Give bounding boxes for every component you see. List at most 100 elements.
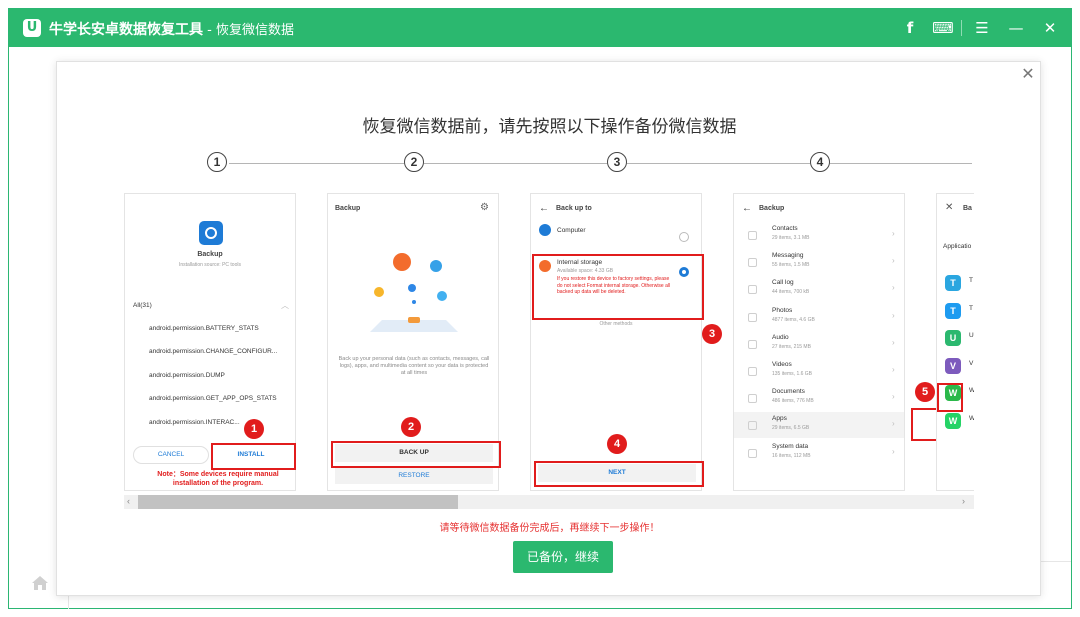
menu-icon[interactable]: ☰: [969, 16, 995, 40]
item-checkbox[interactable]: [748, 312, 757, 322]
backup-item-row[interactable]: Call log 44 items, 700 kB ›: [734, 276, 904, 302]
step-2-indicator: 2: [404, 152, 424, 172]
item-checkbox[interactable]: [748, 339, 757, 349]
computer-option: Computer: [557, 227, 586, 234]
item-checkbox[interactable]: [748, 367, 757, 376]
close-icon: ✕: [945, 202, 954, 213]
chevron-right-icon[interactable]: ›: [892, 311, 895, 320]
app-title: 牛学长安卓数据恢复工具 - 恢复微信数据: [49, 22, 294, 38]
backup-item-row[interactable]: Messaging 55 items, 1.5 MB ›: [734, 249, 904, 275]
chevron-right-icon[interactable]: ›: [892, 447, 895, 456]
app-icon: W: [945, 412, 961, 429]
facebook-icon[interactable]: f: [897, 16, 923, 40]
item-checkbox[interactable]: [748, 285, 757, 295]
restore-button[interactable]: RESTORE: [335, 468, 493, 484]
backup-item-row[interactable]: Apps 29 items, 6.5 GB ›: [734, 412, 904, 439]
backup-item-row[interactable]: Contacts 29 items, 3.1 MB ›: [734, 222, 904, 248]
item-checkbox[interactable]: [748, 231, 757, 240]
chevron-right-icon[interactable]: ›: [892, 256, 895, 265]
app-name-fragment: T: [969, 277, 973, 284]
item-checkbox[interactable]: [748, 394, 757, 404]
chevron-right-icon[interactable]: ›: [892, 365, 895, 374]
backup-app-icon: [199, 221, 223, 245]
item-name: System data: [772, 442, 809, 450]
next-highlight: [534, 461, 704, 487]
app-icon: V: [945, 357, 961, 374]
back-arrow-icon: ←: [539, 203, 549, 214]
backup-item-row[interactable]: System data 16 items, 112 MB ›: [734, 440, 904, 466]
item-checkbox[interactable]: [748, 258, 757, 268]
app-name-fragment: W: [969, 387, 974, 394]
item-detail: 16 items, 112 MB: [772, 452, 811, 459]
continue-button[interactable]: 已备份，继续: [513, 541, 613, 573]
cancel-button[interactable]: CANCEL: [133, 446, 209, 464]
computer-icon: [539, 224, 551, 236]
item-name: Contacts: [772, 225, 798, 232]
dialog-close-button[interactable]: ✕: [1019, 64, 1037, 84]
app-subtitle: - 恢复微信数据: [203, 23, 294, 38]
phone-header: Ba: [963, 205, 972, 212]
computer-radio[interactable]: [679, 232, 689, 242]
app-name-fragment: V: [969, 359, 974, 367]
step-connector: [627, 163, 810, 164]
step-4-indicator: 4: [810, 152, 830, 172]
horizontal-scrollbar[interactable]: ‹ ›: [124, 495, 974, 509]
item-name: Audio: [772, 333, 789, 341]
other-methods[interactable]: Other methods: [531, 321, 701, 327]
scrollbar-thumb[interactable]: [138, 495, 458, 509]
item-checkbox[interactable]: [748, 448, 757, 458]
scroll-left-icon[interactable]: ‹: [127, 496, 130, 506]
item-checkbox[interactable]: [748, 421, 757, 431]
install-highlight: [211, 443, 296, 470]
item-detail: 486 items, 776 MB: [772, 398, 814, 405]
close-button[interactable]: ✕: [1037, 16, 1063, 40]
backup-item-row[interactable]: Documents 486 items, 776 MB ›: [734, 385, 904, 411]
permission-item: android.permission.BATTERY_STATS: [149, 325, 259, 332]
scroll-right-icon[interactable]: ›: [962, 496, 965, 506]
app-name-fragment: U: [969, 332, 974, 339]
item-detail: 4877 items, 4.6 GB: [772, 316, 815, 323]
install-source: Installation source: PC tools: [179, 262, 241, 268]
permission-item: android.permission.CHANGE_CONFIGUR...: [149, 348, 278, 355]
app-logo-icon: U: [23, 19, 41, 37]
chevron-right-icon[interactable]: ›: [892, 338, 895, 347]
settings-icon: ⚙: [480, 202, 489, 213]
phone-header: Back up to: [556, 205, 592, 212]
applications-section: Applicatio: [943, 243, 972, 250]
step-badge-3: 3: [702, 324, 722, 344]
wechat-highlight: [937, 383, 963, 412]
item-name: Videos: [772, 361, 792, 368]
minimize-button[interactable]: —: [1003, 16, 1029, 40]
internal-storage-highlight: [532, 254, 704, 320]
step-1-indicator: 1: [207, 152, 227, 172]
home-icon[interactable]: [31, 575, 49, 591]
chevron-right-icon[interactable]: ›: [892, 419, 895, 428]
feedback-icon[interactable]: ⌨: [930, 16, 956, 40]
app-window: U 牛学长安卓数据恢复工具 - 恢复微信数据 f ⌨ ☰ — ✕ ✕ 恢复微信数…: [8, 8, 1072, 609]
step-connector: [830, 163, 972, 164]
backup-item-row[interactable]: Audio 27 items, 215 MB ›: [734, 331, 904, 357]
step-connector: [424, 163, 607, 164]
back-arrow-icon: ←: [742, 203, 752, 214]
dialog-heading: 恢复微信数据前，请先按照以下操作备份微信数据: [362, 117, 737, 137]
chevron-right-icon[interactable]: ›: [892, 392, 895, 401]
item-name: Documents: [772, 388, 805, 396]
phone-screen-backup-items: ← Backup Contacts 29 items, 3.1 MB › Messag…: [733, 193, 905, 491]
app-name-fragment: T: [969, 304, 973, 312]
item-detail: 135 items, 1.6 GB: [772, 371, 813, 377]
chevron-up-icon: ︿: [281, 301, 289, 310]
backup-highlight: [331, 441, 501, 468]
item-detail: 29 items, 6.5 GB: [772, 425, 810, 432]
step-connector: [229, 163, 404, 164]
item-name: Call log: [772, 279, 794, 287]
backup-illustration: [362, 244, 466, 334]
step-badge-4: 4: [607, 434, 627, 454]
app-name: Backup: [197, 251, 223, 258]
backup-item-row[interactable]: Photos 4877 items, 4.6 GB ›: [734, 304, 904, 330]
item-name: Apps: [772, 415, 787, 423]
permission-item: android.permission.GET_APP_OPS_STATS: [149, 395, 277, 402]
chevron-right-icon[interactable]: ›: [892, 229, 895, 238]
backup-item-row[interactable]: Videos 135 items, 1.6 GB ›: [734, 358, 904, 384]
item-detail: 44 items, 700 kB: [772, 289, 810, 296]
chevron-right-icon[interactable]: ›: [892, 283, 895, 292]
